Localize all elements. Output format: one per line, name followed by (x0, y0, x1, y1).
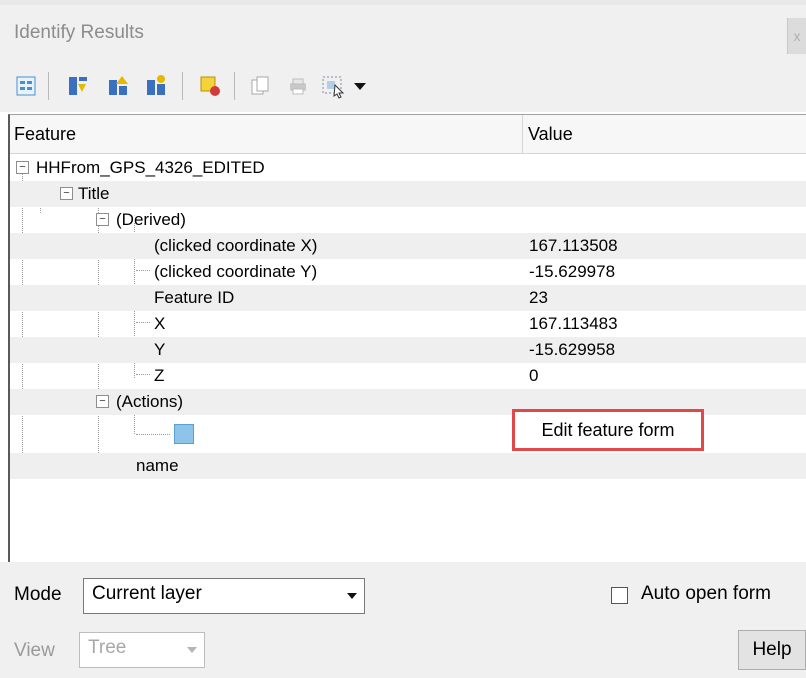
select-features-icon[interactable] (320, 72, 348, 100)
mode-label: Mode (14, 584, 62, 605)
form-icon[interactable] (174, 424, 194, 444)
tree-row-attribute[interactable]: Z 0 (10, 363, 806, 389)
attribute-value: 0 (529, 366, 539, 385)
mode-select[interactable]: Current layer (83, 578, 365, 614)
chevron-down-icon[interactable] (342, 581, 362, 611)
collapse-toggle[interactable]: − (60, 187, 73, 200)
actions-group-label: (Actions) (116, 392, 184, 411)
toolbar-separator (234, 72, 235, 100)
window-title: Identify Results (14, 22, 144, 43)
tree-header: Feature Value (10, 115, 806, 154)
toolbar-separator (48, 72, 49, 100)
attribute-name: Feature ID (154, 288, 235, 307)
attribute-value: 167.113508 (529, 236, 618, 255)
tree-row-attribute[interactable]: X 167.113483 (10, 311, 806, 337)
attribute-name: (clicked coordinate Y) (154, 262, 318, 281)
attribute-name: (clicked coordinate X) (154, 236, 318, 255)
edit-feature-form-button[interactable]: Edit feature form (512, 409, 704, 451)
value-column-header[interactable]: Value (528, 124, 573, 145)
feature-title: Title (78, 184, 110, 203)
attribute-value: -15.629958 (529, 340, 616, 359)
collapse-all-icon[interactable] (104, 72, 132, 100)
toolbar (0, 62, 806, 112)
chevron-down-icon (182, 635, 202, 665)
mode-select-value: Current layer (92, 583, 202, 604)
attribute-name: X (154, 314, 166, 333)
attribute-name: Y (154, 340, 166, 359)
attribute-value: -15.629978 (529, 262, 616, 281)
bottom-panel: Mode Current layer Auto open form View T… (0, 562, 806, 678)
auto-open-form-checkbox[interactable] (611, 587, 628, 604)
tree-row-attribute[interactable]: Y -15.629958 (10, 337, 806, 363)
identify-results-tree[interactable]: Feature Value − HHFrom_GPS_4326_EDITED −… (8, 114, 806, 563)
attribute-value: 167.113483 (529, 314, 618, 333)
view-label: View (14, 640, 55, 661)
tree-row-name[interactable]: name (10, 453, 806, 479)
layer-name: HHFrom_GPS_4326_EDITED (36, 158, 265, 177)
dropdown-arrow-icon[interactable] (350, 72, 370, 100)
derived-group-label: (Derived) (116, 210, 186, 229)
tree-row-layer[interactable]: − HHFrom_GPS_4326_EDITED (10, 155, 806, 181)
print-icon[interactable] (284, 72, 312, 100)
tree-row-title[interactable]: − Title (10, 181, 806, 207)
column-divider[interactable] (522, 115, 523, 153)
close-button[interactable]: x (787, 18, 806, 54)
collapse-toggle[interactable]: − (96, 395, 109, 408)
expand-all-icon[interactable] (64, 72, 92, 100)
auto-open-form-label[interactable]: Auto open form (641, 583, 771, 605)
toolbar-separator (182, 72, 183, 100)
tree-row-attribute[interactable]: Feature ID 23 (10, 285, 806, 311)
tree-row-attribute[interactable]: (clicked coordinate Y) -15.629978 (10, 259, 806, 285)
attribute-value: 23 (529, 288, 548, 307)
title-bar-top-edge (0, 0, 806, 5)
feature-column-header[interactable]: Feature (14, 124, 76, 145)
copy-feature-icon[interactable] (246, 72, 274, 100)
help-button[interactable]: Help (738, 630, 806, 670)
expand-new-icon[interactable] (142, 72, 170, 100)
attribute-name: name (136, 456, 179, 475)
view-select-value: Tree (88, 637, 127, 658)
collapse-toggle[interactable]: − (96, 213, 109, 226)
title-bar: Identify Results x (0, 0, 806, 63)
expand-tree-icon[interactable] (12, 72, 40, 100)
collapse-toggle[interactable]: − (16, 161, 29, 174)
view-select: Tree (79, 632, 205, 668)
attribute-name: Z (154, 366, 165, 385)
tree-row-attribute[interactable]: (clicked coordinate X) 167.113508 (10, 233, 806, 259)
clear-highlight-icon[interactable] (196, 72, 224, 100)
tree-row-derived[interactable]: − (Derived) (10, 207, 806, 233)
